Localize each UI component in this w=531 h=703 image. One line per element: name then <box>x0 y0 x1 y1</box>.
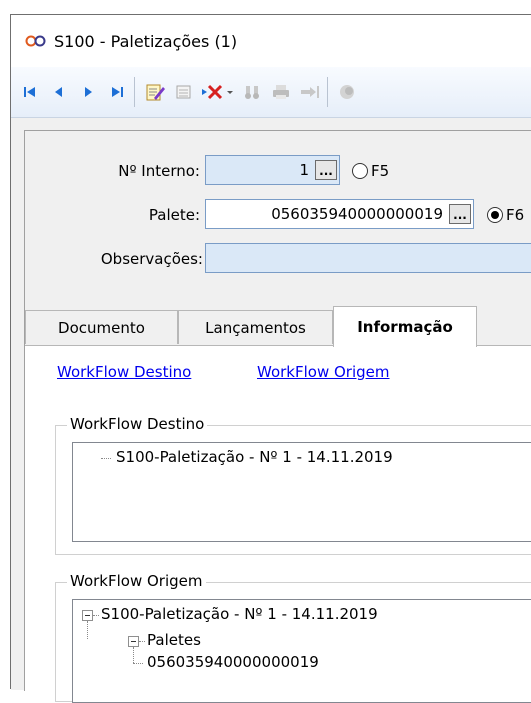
tree-item[interactable]: S100-Paletização - Nº 1 - 14.11.2019 <box>101 605 378 623</box>
form-panel: Nº Interno: 1 ... F5 Palete: 05603594000… <box>11 118 531 703</box>
collapse-icon[interactable] <box>82 610 93 621</box>
tab-lancamentos-label: Lançamentos <box>205 318 306 337</box>
link-infinity-icon <box>25 35 46 47</box>
workflow-origem-link[interactable]: WorkFlow Origem <box>257 363 390 381</box>
tree-connector <box>87 621 88 639</box>
tree-item[interactable]: 056035940000000019 <box>147 653 319 671</box>
tree-connector <box>101 458 111 459</box>
toolbar <box>11 67 531 118</box>
pallet-lookup-button[interactable]: ... <box>449 204 471 224</box>
palletization-window: S100 - Paletizações (1) Nº Interno: 1 ..… <box>10 14 531 703</box>
tree-connector <box>133 663 143 664</box>
internal-no-value: 1 <box>299 161 309 179</box>
grid-icon <box>176 85 191 99</box>
tab-documento[interactable]: Documento <box>25 310 178 344</box>
export-button[interactable] <box>297 77 323 107</box>
previous-record-button[interactable] <box>46 77 72 107</box>
find-icon <box>245 86 259 99</box>
next-record-button[interactable] <box>75 77 101 107</box>
tree-item[interactable]: S100-Paletização - Nº 1 - 14.11.2019 <box>116 448 393 466</box>
workflow-destino-link[interactable]: WorkFlow Destino <box>57 363 191 381</box>
next-record-icon <box>85 87 92 97</box>
background-strip <box>0 0 531 14</box>
tree-connector <box>139 641 145 642</box>
pallet-label: Palete: <box>148 206 200 224</box>
last-record-icon <box>112 87 123 97</box>
grid-button[interactable] <box>171 77 197 107</box>
collapse-icon[interactable] <box>128 636 139 647</box>
workflow-destino-group-title: WorkFlow Destino <box>67 415 208 433</box>
internal-no-label: Nº Interno: <box>118 162 200 180</box>
f5-radio[interactable] <box>352 163 368 179</box>
tree-item[interactable]: Paletes <box>147 631 201 649</box>
more-icon <box>340 85 354 99</box>
tab-lancamentos[interactable]: Lançamentos <box>178 310 333 344</box>
f6-radio[interactable] <box>487 207 503 223</box>
tab-informacao[interactable]: Informação <box>333 306 477 347</box>
workflow-origem-tree[interactable]: S100-Paletização - Nº 1 - 14.11.2019 Pal… <box>72 599 531 703</box>
internal-no-lookup-button[interactable]: ... <box>315 160 337 180</box>
information-tab-content: WorkFlow Destino WorkFlow Origem WorkFlo… <box>25 345 531 703</box>
observations-label: Observações: <box>100 250 203 268</box>
first-record-button[interactable] <box>17 77 43 107</box>
delete-button[interactable] <box>200 77 236 107</box>
pallet-field[interactable]: 056035940000000019 ... <box>205 199 474 229</box>
tab-informacao-label: Informação <box>357 318 453 336</box>
f5-label: F5 <box>371 162 390 180</box>
f6-label: F6 <box>506 206 525 224</box>
first-record-icon <box>24 87 35 97</box>
workflow-destino-tree[interactable]: S100-Paletização - Nº 1 - 14.11.2019 <box>72 442 531 542</box>
more-button[interactable] <box>335 77 361 107</box>
window-title: S100 - Paletizações (1) <box>54 31 238 51</box>
toolbar-separator <box>327 77 328 107</box>
export-icon <box>301 86 319 98</box>
toolbar-separator <box>134 77 135 107</box>
workflow-origem-group-title: WorkFlow Origem <box>67 572 206 590</box>
tree-connector <box>133 647 134 663</box>
workflow-destino-group: WorkFlow Destino S100-Paletização - Nº 1… <box>55 415 531 555</box>
print-icon <box>273 85 289 99</box>
observations-field[interactable] <box>205 243 531 273</box>
tree-connector <box>93 615 99 616</box>
workflow-origem-group: WorkFlow Origem S100-Paletização - Nº 1 … <box>55 572 531 703</box>
form-content: Nº Interno: 1 ... F5 Palete: 05603594000… <box>24 130 531 703</box>
find-button[interactable] <box>239 77 265 107</box>
tab-documento-label: Documento <box>58 318 145 337</box>
pallet-value: 056035940000000019 <box>271 205 443 223</box>
print-button[interactable] <box>268 77 294 107</box>
previous-record-icon <box>55 87 62 97</box>
last-record-button[interactable] <box>104 77 130 107</box>
delete-icon <box>202 84 233 100</box>
tab-strip: Documento Lançamentos Informação <box>25 306 531 347</box>
internal-no-field[interactable]: 1 ... <box>205 155 340 185</box>
title-bar[interactable]: S100 - Paletizações (1) <box>11 15 531 67</box>
edit-button[interactable] <box>142 77 168 107</box>
edit-icon <box>146 84 165 101</box>
